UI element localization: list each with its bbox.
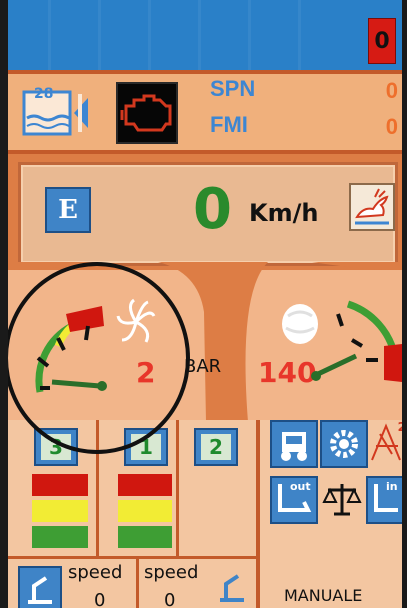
level-green [32,526,88,548]
balance-icon[interactable] [322,480,362,520]
left-level-bars [32,474,88,548]
speed-label-1: speed [68,562,123,583]
top-bar [8,0,402,70]
speed-unit: Km/h [249,199,319,227]
speed-value-1: 0 [94,590,106,608]
out-label: out [290,480,311,493]
pto-speed-button-2[interactable] [212,566,252,608]
gear-settings-button[interactable] [320,420,368,468]
tractor-button[interactable] [270,420,318,468]
pto-icon [28,576,52,604]
tractor-icon [281,432,307,461]
raise-icon [371,423,401,461]
spn-value: 0 [385,78,398,103]
speed-value-2: 0 [164,590,176,608]
gear-button-2[interactable]: 2 [194,428,238,466]
rabbit-mode-button[interactable] [349,183,395,231]
annotation-circle [8,262,190,454]
raise-label: 2 [397,420,402,434]
level-red [32,474,88,496]
spn-label: SPN [210,76,256,101]
pto-icon [220,574,244,602]
diagnostics-row: 28 SPN FMI 0 0 [8,70,402,154]
level-green [118,526,172,548]
oil-pressure-gauge [311,300,402,382]
check-engine-button[interactable] [116,82,178,144]
pto-speed-button-1[interactable] [18,566,62,608]
divider [176,420,179,556]
manual-label: MANUALE [284,586,363,605]
top-counter: 0 [368,18,396,64]
level-red [118,474,172,496]
lift-in-button[interactable]: in [366,476,402,524]
mid-level-bars [118,474,172,548]
speed-value: 0 [193,177,232,242]
display-screen: 0 28 SPN FMI 0 0 E 0 Km/h 2 BAR 140 3 1 … [8,0,402,608]
lift-out-button[interactable]: out [270,476,318,524]
fmi-label: FMI [210,112,248,137]
tank-level-icon[interactable] [22,88,92,138]
speed-panel: E 0 Km/h [18,162,398,266]
gear-icon [330,430,358,458]
tank-level-value: 28 [34,86,54,102]
check-engine-icon [120,94,172,132]
speed-label-2: speed [144,562,199,583]
in-label: in [386,480,398,493]
e-button[interactable]: E [45,187,91,233]
fmi-value: 0 [385,114,398,139]
divider [136,558,139,608]
rabbit-icon [355,188,389,225]
level-yellow [118,500,172,522]
raise-button[interactable]: 2 [366,420,402,464]
level-yellow [32,500,88,522]
